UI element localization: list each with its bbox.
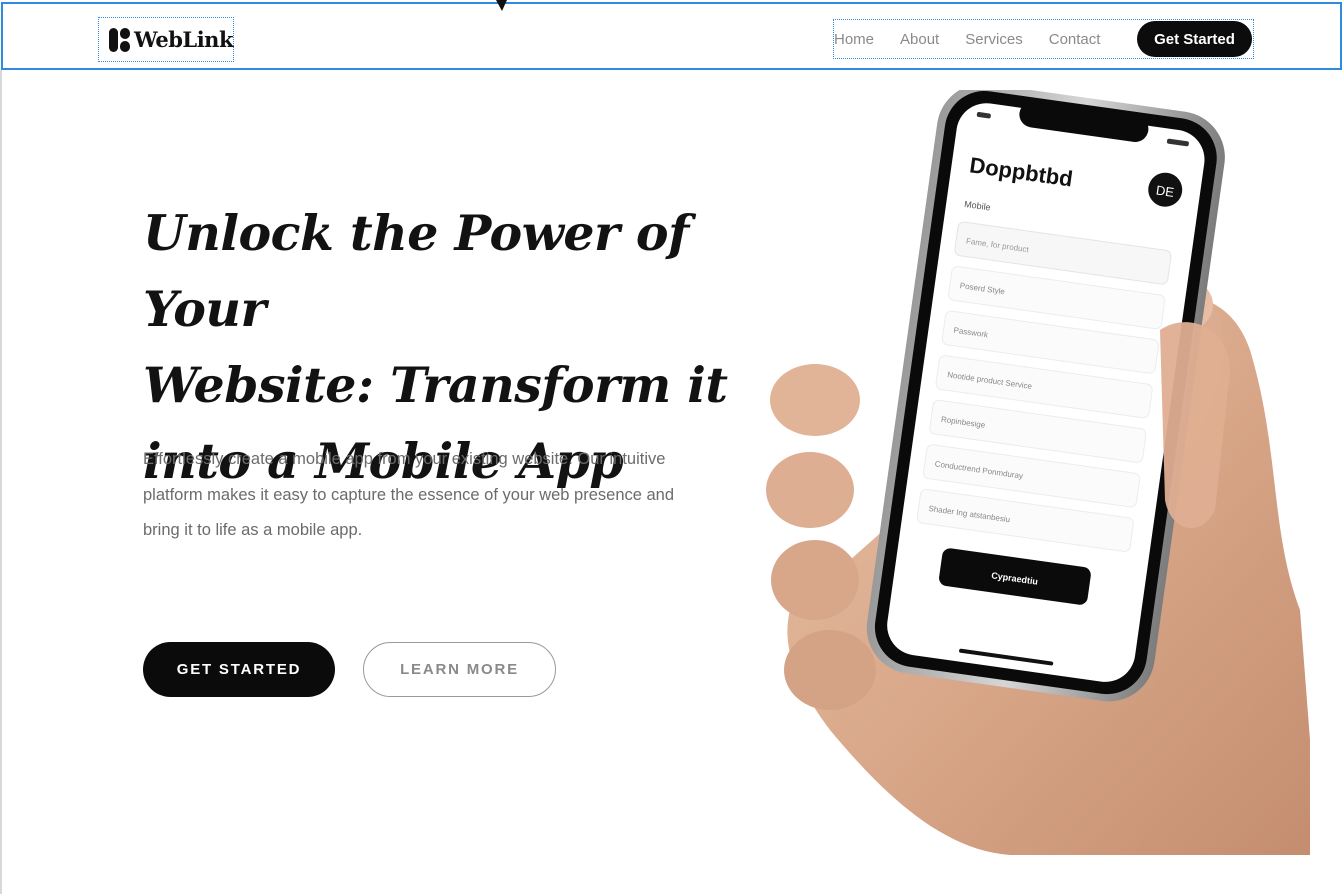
logo-text: WebLink <box>134 27 233 52</box>
header-get-started-button[interactable]: Get Started <box>1137 21 1252 57</box>
get-started-button[interactable]: GET STARTED <box>143 642 335 697</box>
nav-services[interactable]: Services <box>965 31 1023 48</box>
hero-title-line-2: Website: Transform it <box>143 356 728 414</box>
nav-about[interactable]: About <box>900 31 939 48</box>
learn-more-button[interactable]: LEARN MORE <box>363 642 556 697</box>
nav-contact[interactable]: Contact <box>1049 31 1101 48</box>
phone-avatar: DE <box>1155 183 1175 200</box>
logo-icon <box>109 27 130 53</box>
hand-holding-phone-image: Doppbtbd DE Mobile Fame, for product Pos… <box>766 90 1310 855</box>
mouse-cursor-icon <box>496 0 507 11</box>
hero-title-line-1: Unlock the Power of Your <box>143 204 689 338</box>
logo[interactable]: WebLink <box>98 17 234 62</box>
page-left-edge <box>0 70 2 894</box>
main-nav: Home About Services Contact Get Started <box>833 19 1254 59</box>
hero-description: Effortlessly create a mobile app from yo… <box>143 450 675 539</box>
site-header: WebLink Home About Services Contact Get … <box>1 2 1342 70</box>
nav-home[interactable]: Home <box>834 31 874 48</box>
